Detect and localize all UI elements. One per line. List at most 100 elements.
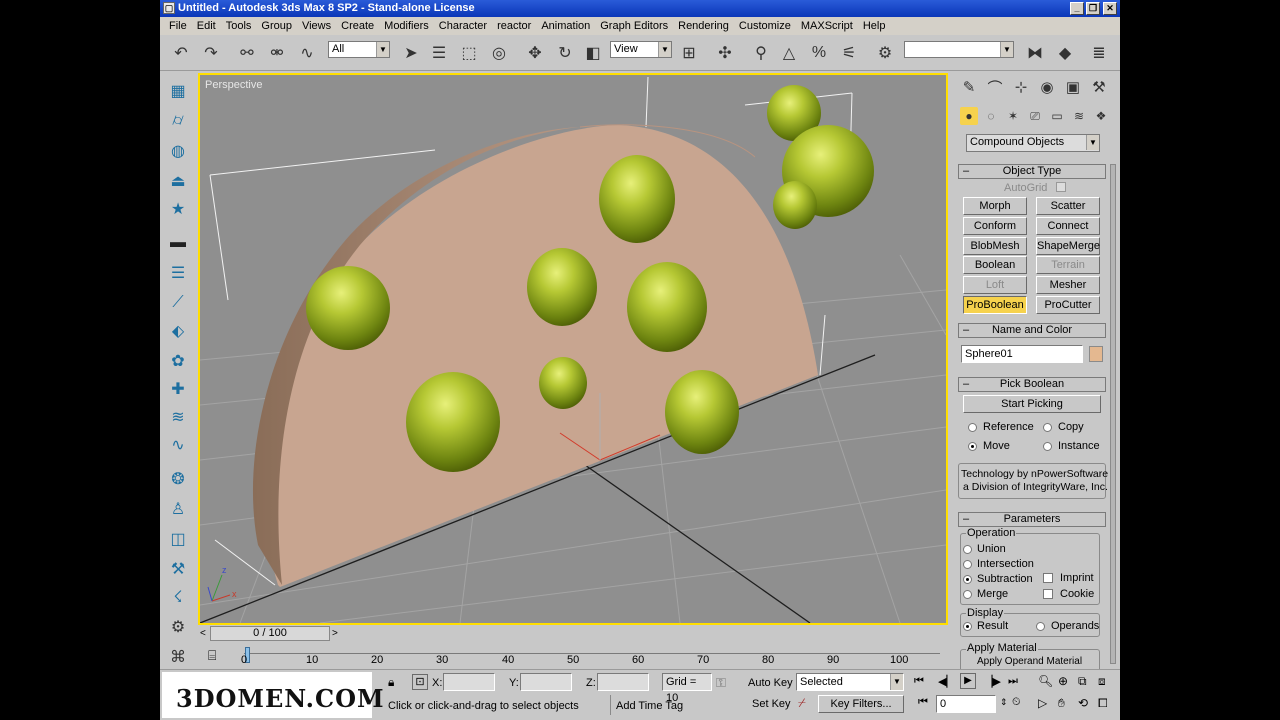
autogrid-checkbox[interactable] [1056,182,1066,192]
sphere-object[interactable] [627,262,707,352]
command-panel-scrollbar[interactable] [1110,164,1116,664]
snap-toggle-icon[interactable]: ⚲ [750,42,772,64]
close-button[interactable]: ✕ [1103,2,1117,15]
go-to-start-icon[interactable]: ⏮ [914,675,924,688]
terrain-button[interactable]: Terrain [1036,256,1100,274]
shapes-icon[interactable]: ◌ [982,107,1000,125]
conform-button[interactable]: Conform [963,217,1027,235]
zoom-extents-icon[interactable]: ⧉ [1078,674,1087,689]
start-picking-button[interactable]: Start Picking [963,395,1101,413]
menu-edit[interactable]: Edit [192,17,221,35]
mesher-button[interactable]: Mesher [1036,276,1100,294]
undo-icon[interactable]: ↶ [170,42,192,64]
x-coordinate-field[interactable] [443,673,495,691]
key-mode-icon[interactable]: ⏮ [918,696,928,709]
maximize-button[interactable]: ❐ [1086,2,1100,15]
intersection-radio[interactable] [963,560,972,569]
auto-key-button[interactable]: Auto Key [748,677,793,690]
align-icon[interactable]: ◆ [1054,42,1076,64]
geometry-icon[interactable]: ● [960,107,978,125]
space-warps-icon[interactable]: ≋ [1070,107,1088,125]
blobmesh-button[interactable]: BlobMesh [963,237,1027,255]
systems-icon[interactable]: ❖ [1092,107,1110,125]
move-radio[interactable] [968,442,977,451]
time-config-icon[interactable]: ⚙ [166,616,190,638]
select-and-move-icon[interactable]: ✥ [524,42,546,64]
shapemerge-button[interactable]: ShapeMerge [1036,237,1100,255]
modify-tab-icon[interactable]: ⌒ [984,76,1006,98]
menu-animation[interactable]: Animation [536,17,595,35]
reference-coord-dropdown[interactable]: View ▼ [610,41,672,58]
field-of-view-icon[interactable]: ▷ [1038,696,1047,710]
time-slider-thumb[interactable]: 0 / 100 [210,626,330,641]
time-configuration-icon[interactable]: ⏲ [1012,696,1021,709]
space-warp-icon[interactable]: ≋ [166,406,190,428]
rectangular-selection-icon[interactable]: ⬚ [458,42,480,64]
arc-rotate-icon[interactable]: ⟲ [1078,696,1088,710]
perspective-viewport[interactable]: x z Perspective [198,73,948,625]
create-tab-icon[interactable]: ✎ [958,76,980,98]
pivot-center-icon[interactable]: ⊞ [678,42,700,64]
track-bar[interactable]: ⌸ 0 10 20 30 40 50 60 70 80 90 100 [196,643,948,669]
box-icon[interactable]: ▦ [166,80,190,102]
rollout-object-type[interactable]: – Object Type [958,164,1106,179]
cookie-checkbox[interactable] [1043,589,1053,599]
sphere-object[interactable] [773,181,817,229]
menu-views[interactable]: Views [297,17,336,35]
instance-radio[interactable] [1043,442,1052,451]
morph-button[interactable]: Morph [963,197,1027,215]
sphere-object[interactable] [527,248,597,326]
manipulate-icon[interactable]: ✣ [714,42,736,64]
cloth-icon[interactable]: ◫ [166,528,190,550]
scatter-button[interactable]: Scatter [1036,197,1100,215]
connect-button[interactable]: Connect [1036,217,1100,235]
helper-icon[interactable]: ✚ [166,378,190,400]
redo-icon[interactable]: ↷ [200,42,222,64]
zoom-icon[interactable]: 🔍︎ [1038,674,1053,688]
minimize-button[interactable]: _ [1070,2,1084,15]
named-selection-dropdown[interactable]: ▼ [904,41,1014,58]
motion-tab-icon[interactable]: ◉ [1036,76,1058,98]
loft-button[interactable]: Loft [963,276,1027,294]
light-icon[interactable]: ☇ [166,586,190,608]
cameras-icon[interactable]: ⎚ [1026,107,1044,125]
result-radio[interactable] [963,622,972,631]
time-slider[interactable]: < 0 / 100 > [198,626,948,642]
select-and-link-icon[interactable]: ⚯ [236,42,258,64]
key-filters-button[interactable]: Key Filters... [818,695,904,713]
imprint-checkbox[interactable] [1043,573,1053,583]
selection-filter-dropdown[interactable]: All ▼ [328,41,390,58]
wave-icon[interactable]: ∿ [166,434,190,456]
layer-manager-icon[interactable]: ≣ [1088,42,1110,64]
display-tab-icon[interactable]: ▣ [1062,76,1084,98]
character-icon[interactable]: ♙ [166,498,190,520]
cylinder-icon[interactable]: ⌭ [166,110,190,132]
edit-named-selection-icon[interactable]: ⚙ [874,42,896,64]
time-prev-arrow-icon[interactable]: < [200,628,206,639]
helpers-icon[interactable]: ▭ [1048,107,1066,125]
rollout-parameters[interactable]: – Parameters [958,512,1106,527]
current-frame-field[interactable]: 0 [936,695,996,713]
menu-file[interactable]: File [164,17,192,35]
hedra-icon[interactable]: ❂ [166,468,190,490]
next-frame-icon[interactable]: ▕▶ [984,675,1001,688]
time-next-arrow-icon[interactable]: > [332,628,338,639]
plane-icon[interactable]: ▬ [166,232,190,254]
operands-radio[interactable] [1036,622,1045,631]
copy-radio[interactable] [1043,423,1052,432]
play-icon[interactable]: ▶ [960,673,976,689]
hierarchy-tab-icon[interactable]: ⊹ [1010,76,1032,98]
torus-icon[interactable]: ☰ [166,262,190,284]
set-key-button[interactable]: Set Key [752,698,791,711]
select-object-icon[interactable]: ➤ [400,42,422,64]
menu-group[interactable]: Group [256,17,297,35]
bones-icon[interactable]: ⚒ [166,558,190,580]
absolute-mode-icon[interactable]: ⊡ [412,674,428,690]
sphere-object[interactable] [665,370,739,454]
menu-modifiers[interactable]: Modifiers [379,17,434,35]
add-time-tag-button[interactable]: Add Time Tag [616,700,683,713]
spinner-snap-icon[interactable]: ⚟ [838,42,860,64]
z-coordinate-field[interactable] [597,673,649,691]
select-and-scale-icon[interactable]: ◧ [582,42,604,64]
object-color-swatch[interactable] [1089,346,1103,362]
